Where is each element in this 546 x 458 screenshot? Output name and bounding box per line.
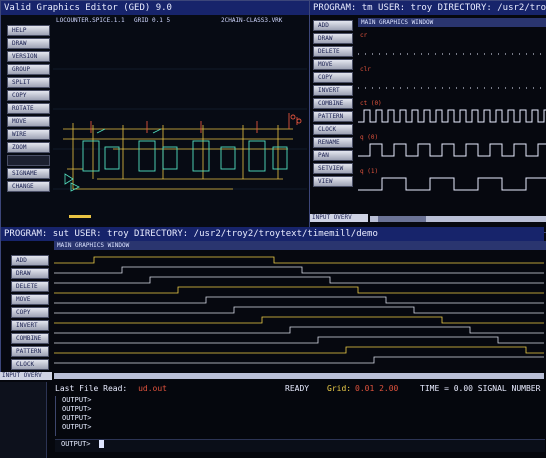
schematic-copy-button[interactable]: COPY [7, 90, 50, 101]
console-scrollbar[interactable] [54, 373, 544, 379]
timing-top-pan-button[interactable]: PAN [313, 150, 353, 161]
signal-waveform [358, 177, 546, 191]
schematic-split-button[interactable]: SPLIT [7, 77, 50, 88]
timing-top-waveforms: cr clr ct (0) q (0) q (1) [358, 28, 546, 210]
schematic-menu: HELP DRAW VERSION GROUP SPLIT COPY ROTATE MOVE W… [7, 25, 50, 192]
schematic-canvas[interactable] [53, 29, 307, 229]
timing-top-inner-title: MAIN GRAPHICS WINDOW [358, 18, 546, 27]
schematic-file-label: LOCOUNTER.SPICE.1.1 [56, 17, 125, 24]
schematic-rotate-button[interactable]: ROTATE [7, 103, 50, 114]
main-signal-waveform [54, 306, 544, 314]
signal-label: q (1) [360, 168, 378, 175]
schematic-note-mark [69, 215, 91, 218]
timing-main-delete-button[interactable]: DELETE [11, 281, 49, 292]
main-signal-waveform [54, 316, 544, 324]
schematic-group-button[interactable]: GROUP [7, 64, 50, 75]
console-status-line: Last File Read: ud.out READY Grid: 0.01 … [55, 384, 543, 393]
main-signal-waveform [54, 256, 544, 264]
last-file-value: ud.out [138, 384, 167, 393]
console-output-box: OUTPUT> OUTPUT> OUTPUT> OUTPUT> [55, 396, 546, 436]
timing-top-add-button[interactable]: ADD [313, 20, 353, 31]
time-readout: TIME = 0.00 SIGNAL NUMBER [420, 384, 541, 393]
main-signal-waveform [54, 276, 544, 284]
output-line: OUTPUT> [62, 405, 92, 413]
console-window: INPUT OVERV Last File Read: ud.out READY… [0, 372, 546, 458]
timing-top-draw-button[interactable]: DRAW [313, 33, 353, 44]
timing-top-title[interactable]: PROGRAM: tm USER: troy DIRECTORY: /usr2/… [310, 1, 546, 15]
schematic-zoom-button[interactable]: ZOOM [7, 142, 50, 153]
main-signal-waveform [54, 286, 544, 294]
timing-top-clock-button[interactable]: CLOCK [313, 124, 353, 135]
grid-value: 0.01 2.00 [355, 384, 399, 393]
timing-top-view-button[interactable]: VIEW [313, 176, 353, 187]
schematic-header: LOCOUNTER.SPICE.1.1 GRID 0.1 5 2CHAIN-CL… [56, 17, 306, 27]
cursor-block [98, 440, 104, 448]
timing-top-delete-button[interactable]: DELETE [313, 46, 353, 57]
schematic-version-button[interactable]: VERSION [7, 51, 50, 62]
schematic-move-button[interactable]: MOVE [7, 116, 50, 127]
main-signal-waveform [54, 336, 544, 344]
timing-main-waveforms[interactable] [54, 251, 544, 369]
timing-main-inner-title: MAIN GRAPHICS WINDOW [54, 241, 546, 250]
timing-main-menu: ADD DRAW DELETE MOVE COPY INVERT COMBINE PATTER… [11, 255, 49, 370]
timing-main-invert-button[interactable]: INVERT [11, 320, 49, 331]
schematic-help-button[interactable]: HELP [7, 25, 50, 36]
timing-top-scrollbar[interactable] [370, 216, 546, 222]
timing-main-move-button[interactable]: MOVE [11, 294, 49, 305]
signal-label: cr [360, 32, 368, 39]
main-signal-waveform [54, 266, 544, 274]
schematic-change-button[interactable]: CHANGE [7, 181, 50, 192]
timing-top-scroll-thumb[interactable] [378, 216, 426, 222]
schematic-grid-label: GRID 0.1 5 [134, 17, 171, 24]
signal-label: ct (0) [360, 100, 382, 107]
console-side-panel [0, 382, 47, 458]
timing-main-clock-button[interactable]: CLOCK [11, 359, 49, 370]
schematic-red-nets [90, 113, 302, 133]
schematic-window-title[interactable]: Valid Graphics Editor (GED) 9.0 [1, 1, 309, 15]
signal-label: q (0) [360, 134, 378, 141]
console-prompt-row[interactable]: OUTPUT> [55, 439, 545, 452]
main-signal-waveform [54, 346, 544, 354]
schematic-design-label: 2CHAIN-CLASS3.VRK [221, 17, 283, 24]
timing-main-combine-button[interactable]: COMBINE [11, 333, 49, 344]
schematic-signame-button[interactable]: SIGNAME [7, 168, 50, 179]
timing-top-combine-button[interactable]: COMBINE [313, 98, 353, 109]
grid-label: Grid: [327, 384, 352, 393]
timing-main-copy-button[interactable]: COPY [11, 307, 49, 318]
timing-window-top: PROGRAM: tm USER: troy DIRECTORY: /usr2/… [309, 0, 546, 233]
timing-top-pattern-button[interactable]: PATTERN [313, 111, 353, 122]
output-line: OUTPUT> [62, 423, 92, 431]
timing-top-invert-button[interactable]: INVERT [313, 85, 353, 96]
schematic-window: Valid Graphics Editor (GED) 9.0 LOCOUNTE… [0, 0, 310, 233]
schematic-blank-button[interactable] [7, 155, 50, 166]
schematic-feedback [64, 128, 162, 192]
main-signal-waveform [54, 296, 544, 304]
timing-top-move-button[interactable]: MOVE [313, 59, 353, 70]
console-overview-label[interactable]: INPUT OVERV [0, 372, 52, 380]
last-file-label: Last File Read: [55, 384, 128, 393]
timing-window-main: PROGRAM: sut USER: troy DIRECTORY: /usr2… [0, 227, 546, 374]
timing-main-pattern-button[interactable]: PATTERN [11, 346, 49, 357]
main-signal-waveform [54, 356, 544, 364]
timing-top-rename-button[interactable]: RENAME [313, 137, 353, 148]
timing-main-title[interactable]: PROGRAM: sut USER: troy DIRECTORY: /usr2… [1, 227, 544, 241]
schematic-flipflops [82, 140, 288, 172]
timing-top-setview-button[interactable]: SETVIEW [313, 163, 353, 174]
main-signal-waveform [54, 326, 544, 334]
console-prompt: OUTPUT> [61, 440, 91, 448]
output-line: OUTPUT> [62, 414, 92, 422]
timing-main-draw-button[interactable]: DRAW [11, 268, 49, 279]
timing-top-wave-canvas[interactable]: cr clr ct (0) q (0) q (1) [358, 28, 546, 210]
output-line: OUTPUT> [62, 396, 92, 404]
signal-label: clr [360, 66, 371, 73]
timing-top-menu: ADD DRAW DELETE MOVE COPY INVERT COMBINE PATTER… [313, 20, 353, 187]
timing-main-add-button[interactable]: ADD [11, 255, 49, 266]
ready-indicator: READY [285, 384, 310, 393]
signal-waveform [358, 143, 546, 157]
timing-top-copy-button[interactable]: COPY [313, 72, 353, 83]
signal-waveform [358, 109, 546, 123]
schematic-draw-button[interactable]: DRAW [7, 38, 50, 49]
schematic-wire-button[interactable]: WIRE [7, 129, 50, 140]
timing-top-bottom-label[interactable]: INPUT OVERV [310, 214, 368, 222]
